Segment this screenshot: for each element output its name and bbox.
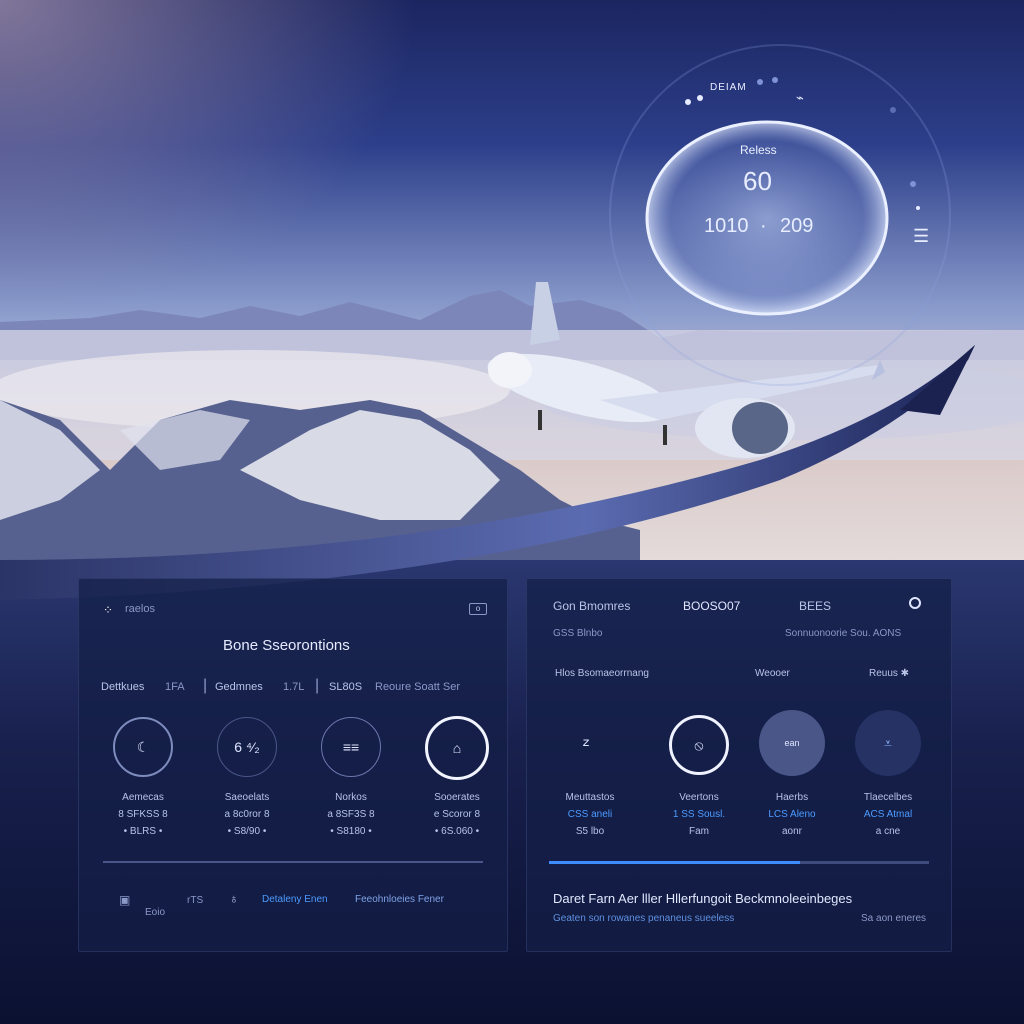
hud-title: Reless	[740, 143, 777, 157]
progress-track	[549, 861, 929, 864]
gauge-caption: Saeoelats a 8c0ror 8 • S8/90 •	[224, 792, 270, 837]
status-circle-icon[interactable]	[909, 597, 921, 609]
footer-link-2[interactable]: Feeohnloeies Fener	[355, 894, 444, 905]
tile-caption: Haerbs LCS Aleno aonr	[768, 792, 816, 837]
gauge-caption: Sooerates e Scoror 8 • 6S.060 •	[433, 792, 481, 837]
row3-col2: Weooer	[755, 668, 790, 679]
gauge-caption: Norkos a 8SF3S 8 • S8180 •	[327, 792, 375, 837]
hud-separator: ·	[760, 215, 767, 237]
divider-line	[103, 861, 483, 863]
stat-label-2: Gedmnes	[215, 681, 263, 693]
bottom-right-label: Sa aon eneres	[861, 913, 927, 924]
stat-divider: |	[315, 677, 320, 694]
left-panel-title: Bone Sseorontions	[223, 637, 350, 654]
row2-col2: Sonnuonoorie Sou. AONS	[785, 628, 902, 639]
menu-icon[interactable]: ☰	[913, 226, 929, 247]
gauge-caption: Aemecas 8 SFKSS 8 • BLRS •	[118, 792, 168, 837]
compass-icon[interactable]: ⦸	[669, 715, 729, 775]
tile-caption: Meuttastos CSS aneli S5 lbo	[565, 792, 615, 837]
row3-col1: Hlos Bsomaeorrnang	[555, 668, 649, 679]
bag-icon[interactable]: ⌂	[425, 716, 489, 780]
bottom-subtitle[interactable]: Geaten son rowanes penaneus sueeless	[553, 913, 734, 924]
left-panel: ⁘ raelos o Bone Sseorontions Dettkues 1F…	[78, 578, 508, 952]
progress-fill	[549, 861, 800, 864]
footer-label-1: Eoio	[145, 907, 166, 918]
hud-main-value: 60	[743, 166, 772, 196]
toggle-icon[interactable]: o	[469, 603, 487, 615]
lightbulb-icon[interactable]: ♁	[229, 891, 239, 906]
footer-link-1[interactable]: Detaleny Enen	[262, 894, 328, 905]
stat-label-1: Dettkues	[101, 681, 145, 693]
number-gauge-icon[interactable]: 6 ⁴⁄₂	[217, 717, 277, 777]
stat-divider: |	[203, 677, 208, 694]
row1-col3: BEES	[799, 599, 832, 613]
lock-icon[interactable]: ▣	[119, 893, 130, 907]
pin-icon[interactable]: 𐌶	[557, 713, 615, 771]
stat-value-1: 1FA	[165, 681, 185, 693]
hud-right-value: 209	[780, 215, 814, 237]
tile-caption: Tlaecelbes ACS Atmal a cne	[863, 792, 913, 837]
row1-col2: BOOSO07	[683, 599, 741, 613]
camera-icon[interactable]: ⌁	[796, 90, 804, 106]
grid-icon[interactable]: ⁘	[103, 603, 113, 617]
row1-col1: Gon Bmomres	[553, 599, 631, 613]
stat-label-3: SL80S	[329, 681, 363, 693]
row2-col1: GSS Blnbo	[553, 628, 603, 639]
avatar-icon[interactable]: ean	[759, 710, 825, 776]
stat-value-3: Reoure Soatt Ser	[375, 681, 460, 693]
stat-value-2: 1.7L	[283, 681, 305, 693]
hud-left-value: 1010	[704, 215, 749, 237]
row3-col3: Reuus ✱	[869, 668, 910, 679]
footer-label-2: rTS	[187, 895, 204, 906]
moon-icon[interactable]: ☾	[113, 717, 173, 777]
right-panel: Gon Bmomres BOOSO07 BEES GSS Blnbo Sonnu…	[526, 578, 952, 952]
bottom-title: Daret Farn Aer lller Hllerfungoit Beckmn…	[553, 891, 853, 906]
shield-icon[interactable]: ⩡	[855, 710, 921, 776]
hud-top-label: DEIAM	[710, 82, 747, 93]
left-header-label: raelos	[125, 603, 155, 615]
list-icon[interactable]: ≡≡	[321, 717, 381, 777]
